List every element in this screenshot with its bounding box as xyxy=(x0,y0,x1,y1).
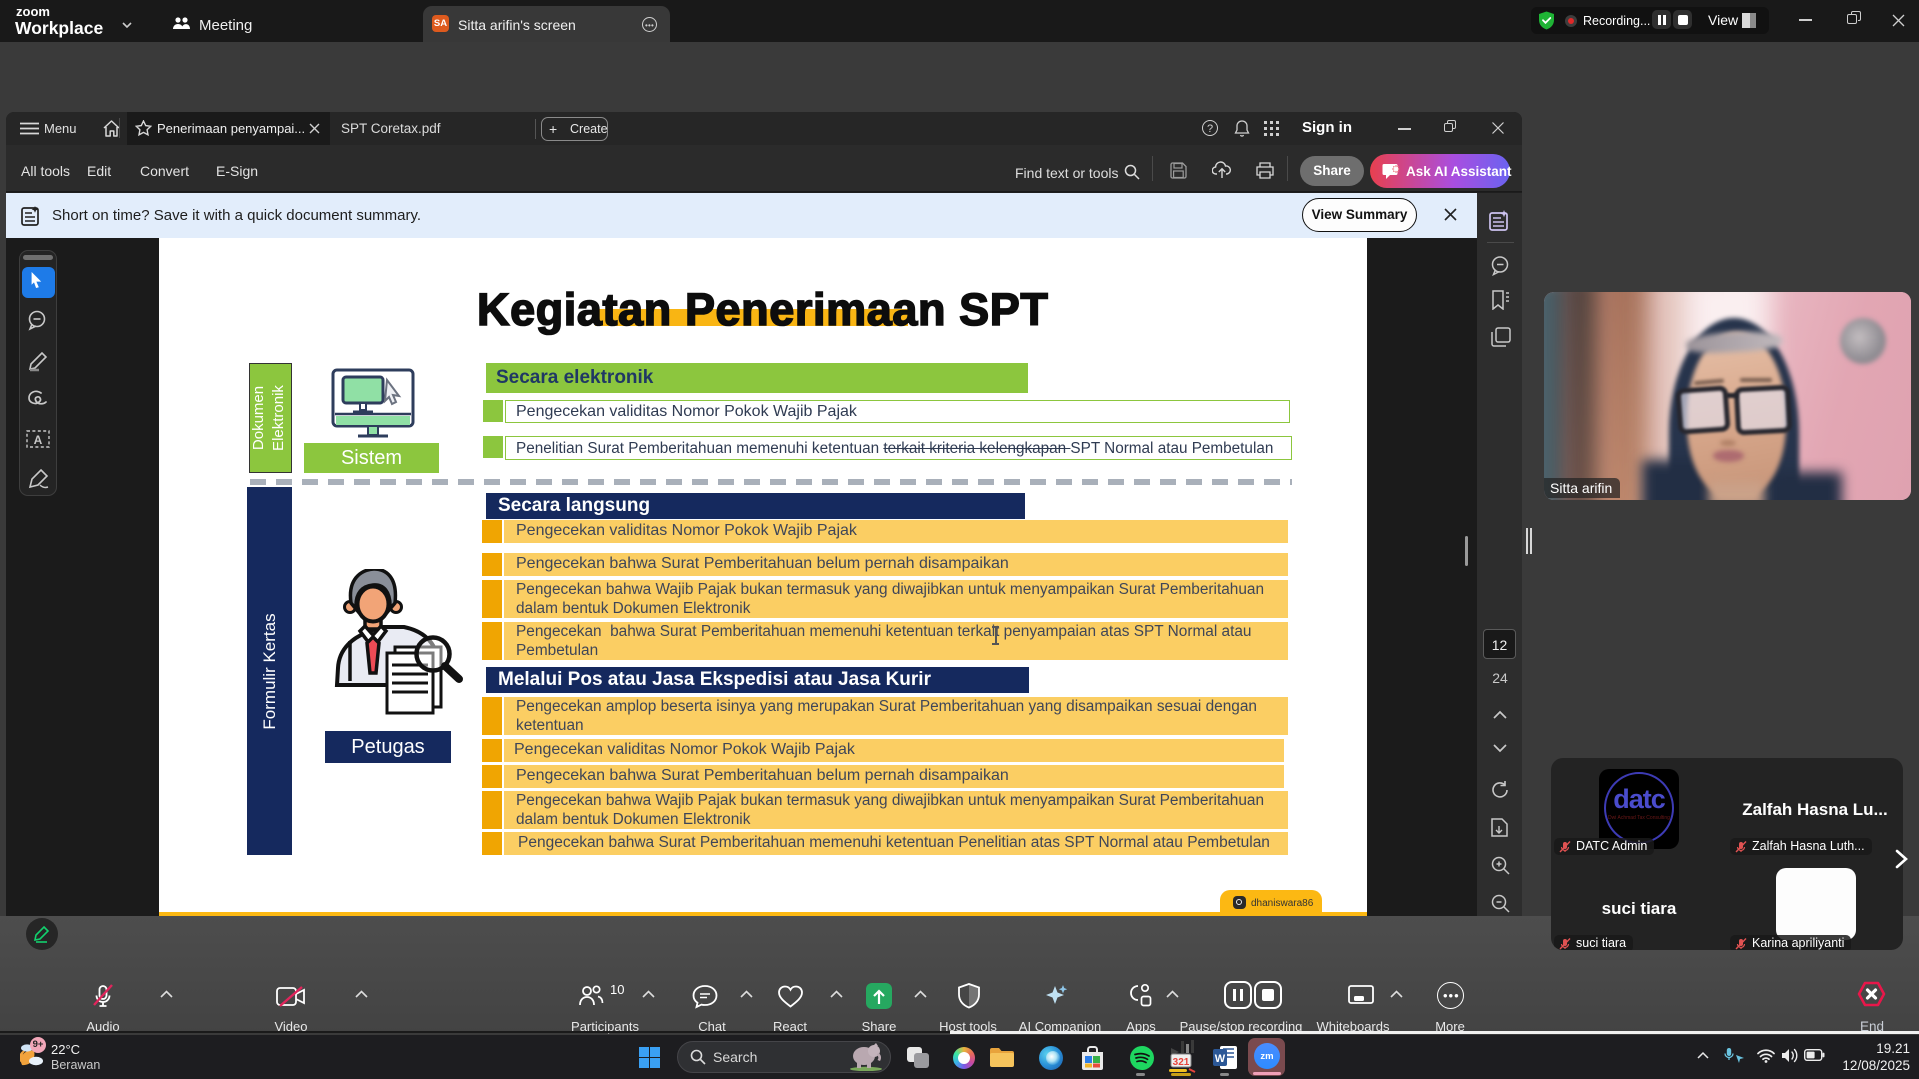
svg-text:A: A xyxy=(34,433,43,447)
svg-text:321: 321 xyxy=(1173,1057,1190,1068)
svg-text:W: W xyxy=(1215,1053,1226,1065)
